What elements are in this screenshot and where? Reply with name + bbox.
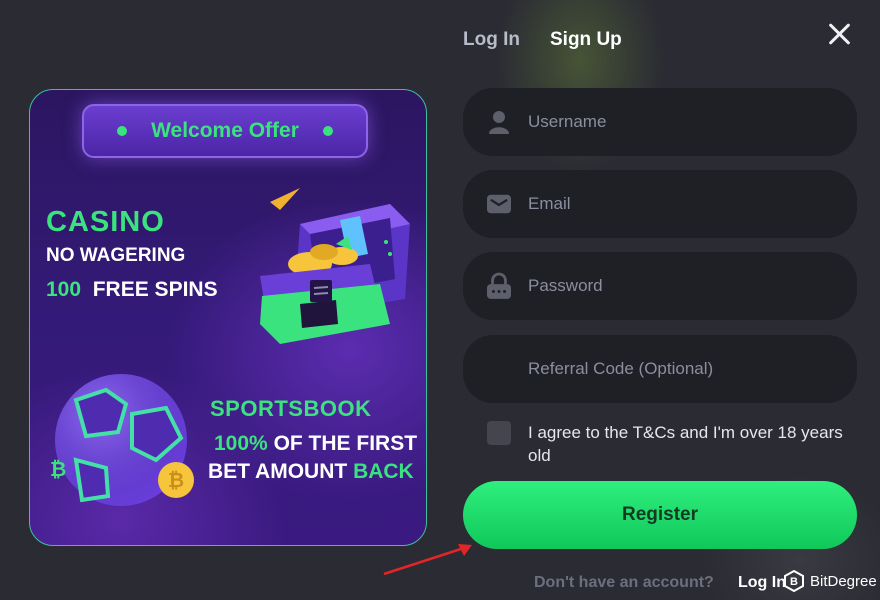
tab-login[interactable]: Log In [463,29,520,51]
watermark-text: BitDegree [810,572,877,590]
register-button[interactable]: Register [463,481,857,549]
email-field[interactable]: Email [463,170,857,238]
no-account-text: Don't have an account? [534,574,714,591]
password-field[interactable]: Password [463,252,857,320]
welcome-offer-label: Welcome Offer [151,119,299,142]
svg-text:₿: ₿ [168,470,184,492]
user-icon [487,110,511,134]
free-spins-text: 100 FREE SPINS [46,278,218,302]
username-field[interactable]: Username [463,88,857,156]
lock-icon [487,272,511,299]
bitdegree-watermark: B BitDegree [784,570,877,592]
svg-text:₿: ₿ [50,459,66,481]
bet-amount-text: BET AMOUNT BACK [208,460,414,484]
spins-count: 100 [46,278,82,301]
first-pct: 100% [214,432,268,455]
first-bet-text: 100% OF THE FIRST [214,432,417,456]
first-rest: OF THE FIRST [273,432,418,455]
spins-label: FREE SPINS [92,278,218,301]
sportsbook-heading: SPORTSBOOK [210,396,372,421]
casino-heading: CASINO [46,206,165,238]
referral-code-field[interactable]: Referral Code (Optional) [463,335,857,403]
red-arrow-annotation [383,544,472,576]
badge-dot [117,126,128,136]
close-icon[interactable] [825,20,853,48]
login-link[interactable]: Log In [738,574,786,592]
svg-text:B: B [790,576,798,588]
username-placeholder: Username [528,112,607,131]
no-wagering-text: NO WAGERING [46,245,186,266]
treasure-chest-icon [260,188,410,344]
bitdegree-logo-icon: B [784,570,804,592]
bet-amount: BET AMOUNT [208,460,348,483]
tab-signup[interactable]: Sign Up [550,29,622,51]
agree-label: I agree to the T&Cs and I'm over 18 year… [528,423,843,465]
agree-checkbox[interactable] [487,421,511,445]
bet-back: BACK [353,460,414,483]
password-placeholder: Password [528,276,603,295]
welcome-offer-badge: Welcome Offer [82,104,368,158]
email-placeholder: Email [528,194,571,213]
badge-dot [322,126,333,136]
referral-placeholder: Referral Code (Optional) [528,359,714,378]
welcome-offer-banner: Welcome Offer CASINO NO WAGERING 100 FRE… [29,89,427,546]
envelope-icon [487,192,511,216]
football-icon: ₿ ₿ [50,374,194,506]
